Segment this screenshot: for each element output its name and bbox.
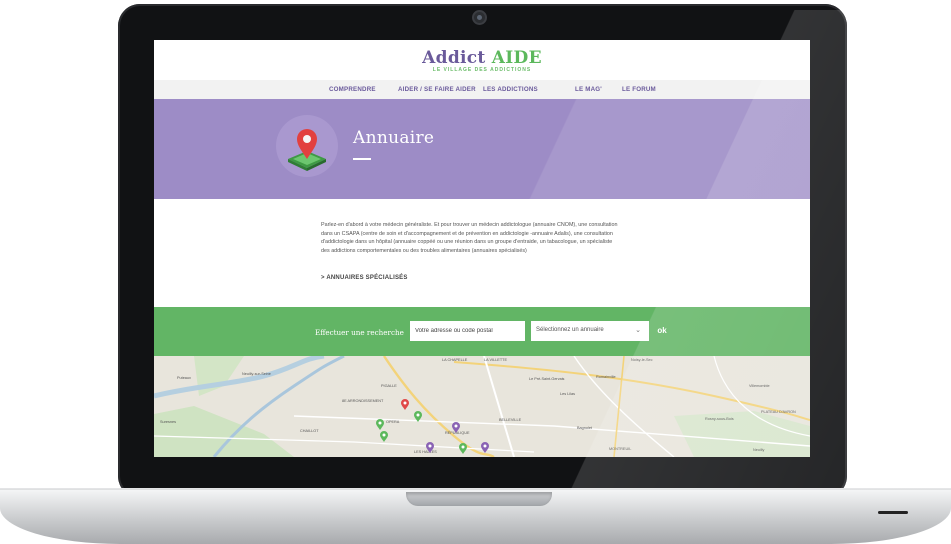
nav-item-addictions[interactable]: LES ADDICTIONS xyxy=(483,86,538,93)
map-label: PIGALLE xyxy=(381,384,397,388)
directory-select[interactable]: Sélectionnez un annuaire ⌄ xyxy=(531,321,649,341)
map-label: OPERA xyxy=(386,420,400,424)
map-label: Puteaux xyxy=(177,376,191,380)
map-label: MONTREUIL xyxy=(609,447,632,451)
laptop-screen: Addict AIDE LE VILLAGE DES ADDICTIONS CO… xyxy=(154,40,810,457)
site-tagline: LE VILLAGE DES ADDICTIONS xyxy=(432,67,532,73)
map-pin-purple[interactable] xyxy=(481,442,489,453)
specialized-directories-link[interactable]: > ANNUAIRES SPÉCIALISÉS xyxy=(321,275,408,281)
intro-paragraph: Parlez-en d'abord à votre médecin généra… xyxy=(321,222,618,254)
address-input[interactable] xyxy=(410,321,525,341)
site-logo[interactable]: Addict AIDE xyxy=(154,48,810,68)
webcam xyxy=(474,12,485,23)
banner-highlight xyxy=(154,99,810,199)
search-submit-button[interactable]: ok xyxy=(652,323,672,339)
map-label: LA CHAPELLE xyxy=(442,358,468,362)
map-pin-green[interactable] xyxy=(414,411,422,422)
map-label: LA VILLETTE xyxy=(484,358,508,362)
banner-icon-circle xyxy=(276,115,338,177)
map-pin-purple[interactable] xyxy=(426,442,434,453)
map-label: BELLEVILLE xyxy=(499,418,522,422)
nav-item-mag[interactable]: LE MAG' xyxy=(575,86,602,93)
map-label: Rosny-sous-Bois xyxy=(705,417,734,421)
laptop-notch xyxy=(406,492,552,506)
laptop-port xyxy=(878,511,908,514)
map-pin-red[interactable] xyxy=(401,399,409,410)
map-label: CHAILLOT xyxy=(300,429,319,433)
directory-map[interactable]: Puteaux Neuilly-sur-Seine Suresnes CHAIL… xyxy=(154,356,810,457)
search-label: Effectuer une recherche xyxy=(315,328,404,337)
map-label: PLATEAU D'AVRON xyxy=(761,410,796,414)
nav-item-forum[interactable]: LE FORUM xyxy=(622,86,656,93)
map-pin-green[interactable] xyxy=(459,443,467,454)
page-title: Annuaire xyxy=(353,128,435,148)
nav-item-aider[interactable]: AIDER / SE FAIRE AIDER xyxy=(398,86,476,93)
map-label: Le Pré-Saint-Gervais xyxy=(529,377,565,381)
map-label: Bagnolet xyxy=(577,426,592,430)
map-label: Neuilly-sur-Seine xyxy=(242,372,271,376)
map-label: Les Lilas xyxy=(560,392,575,396)
main-nav: COMPRENDRE AIDER / SE FAIRE AIDER LES AD… xyxy=(154,80,810,99)
map-label: Noisy-le-Sec xyxy=(631,358,653,362)
map-pin-icon xyxy=(288,129,326,171)
map-label: Neuilly xyxy=(753,448,765,452)
nav-item-comprendre[interactable]: COMPRENDRE xyxy=(329,86,376,93)
site-header: Addict AIDE LE VILLAGE DES ADDICTIONS xyxy=(154,40,810,80)
logo-text-addict: Addict xyxy=(422,48,486,68)
title-underline xyxy=(353,158,371,160)
map-pin-green[interactable] xyxy=(376,419,384,430)
map-label: Villemomble xyxy=(749,384,770,388)
map-label: Romainville xyxy=(596,375,616,379)
directory-select-value: Sélectionnez un annuaire xyxy=(536,327,604,333)
map-label: 8E ARRONDISSEMENT xyxy=(342,399,384,403)
map-pin-purple[interactable] xyxy=(452,422,460,433)
chevron-down-icon: ⌄ xyxy=(635,327,641,334)
logo-text-aide: AIDE xyxy=(491,48,542,68)
map-pin-green[interactable] xyxy=(380,431,388,442)
map-label: Suresnes xyxy=(160,420,177,424)
